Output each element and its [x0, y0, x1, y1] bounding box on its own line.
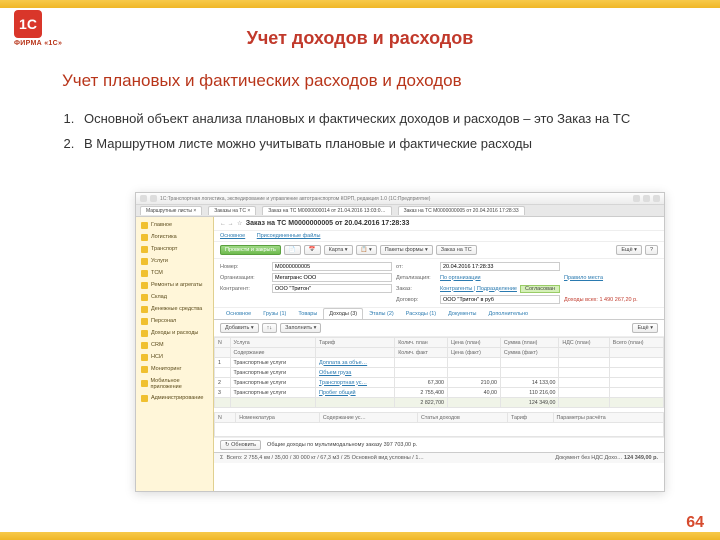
sub-links: Основное Присоединенные файлы: [214, 231, 664, 242]
sidebar-item[interactable]: Администрирование: [136, 392, 213, 404]
contragent-field[interactable]: [272, 284, 392, 293]
add-button[interactable]: Добавить ▾: [220, 323, 259, 333]
sidebar-item[interactable]: НСИ: [136, 351, 213, 363]
table-row: Транспортные услугиОбъем груза: [215, 368, 664, 378]
form-header: Номер: от: Организация: Детализация: По …: [214, 259, 664, 308]
itab-3[interactable]: Доходы (3): [323, 308, 363, 319]
itab-2[interactable]: Товары: [292, 308, 323, 319]
map-button[interactable]: Карта ▾: [324, 245, 353, 255]
secondary-grid[interactable]: NНоменклатураСодержание ус… Статья доход…: [214, 412, 664, 437]
sidebar-item[interactable]: ТСМ: [136, 267, 213, 279]
table-row: 2Транспортные услугиТранспортная ус…67,3…: [215, 378, 664, 388]
sidebar-item[interactable]: Мобильное приложение: [136, 375, 213, 392]
itab-7[interactable]: Дополнительно: [482, 308, 534, 319]
sidebar-item[interactable]: Персонал: [136, 315, 213, 327]
itab-1[interactable]: Грузы (1): [257, 308, 292, 319]
sidebar-item[interactable]: Услуги: [136, 255, 213, 267]
footer-left: Σ Всего: 2 755,4 км / 35,00 / 30 000 кг …: [220, 455, 424, 461]
bullet-list: Основной объект анализа плановых и факти…: [48, 107, 720, 156]
sidebar-item[interactable]: Склад: [136, 291, 213, 303]
bullet-1: Основной объект анализа плановых и факти…: [78, 107, 680, 132]
sidebar-item[interactable]: Доходы и расходы: [136, 327, 213, 339]
sidebar-item[interactable]: CRM: [136, 339, 213, 351]
doc-sum: Доходы всех: 1 490 267,20 р.: [564, 297, 658, 303]
toolbar-btn[interactable]: 📄: [284, 245, 301, 255]
page-number: 64: [686, 514, 704, 532]
sidebar-item[interactable]: Главное: [136, 219, 213, 231]
dogovor-field[interactable]: [440, 295, 560, 304]
order-button[interactable]: Заказ на ТС: [436, 245, 477, 255]
save-close-button[interactable]: Провести и закрыть: [220, 245, 281, 255]
breadcrumb: ← → ☆ Заказ на ТС М0000000005 от 20.04.2…: [214, 217, 664, 231]
fill-button[interactable]: Заполнить ▾: [280, 323, 321, 333]
inner-tabs: Основное Грузы (1) Товары Доходы (3) Эта…: [214, 308, 664, 320]
itab-4[interactable]: Этапы (2): [363, 308, 400, 319]
window-title: 1С:Транспортная логистика, экспедировани…: [160, 196, 630, 202]
more-button-2[interactable]: Ещё ▾: [632, 323, 658, 333]
logo-text: ФИРМА «1С»: [14, 40, 62, 47]
main-toolbar: Провести и закрыть 📄 📅 Карта ▾ 📋 ▾ Пакет…: [214, 242, 664, 259]
window-titlebar: 1С:Транспортная логистика, экспедировани…: [136, 193, 664, 205]
sidebar-item[interactable]: Денежные средства: [136, 303, 213, 315]
sidebar-item[interactable]: Логистика: [136, 231, 213, 243]
multimodal-total: Общие доходы по мультимодальному заказу …: [267, 442, 417, 448]
slide-title: Учет доходов и расходов: [0, 28, 720, 49]
tab-2[interactable]: Заказы на ТС ×: [208, 206, 256, 215]
refresh-button[interactable]: ↻ Обновить: [220, 440, 261, 450]
sidebar: Главное Логистика Транспорт Услуги ТСМ Р…: [136, 217, 214, 491]
date-field[interactable]: [440, 262, 560, 271]
slide-subtitle: Учет плановых и фактических расходов и д…: [62, 71, 720, 91]
sidebar-item[interactable]: Транспорт: [136, 243, 213, 255]
detail-link[interactable]: По организации: [440, 275, 560, 281]
tab-4[interactable]: Заказ на ТС М0000000005 от 20.04.2016 17…: [398, 206, 525, 215]
open-tabs[interactable]: Маршрутные листы × Заказы на ТС × Заказ …: [136, 205, 664, 217]
page-title: Заказ на ТС М0000000005 от 20.04.2016 17…: [246, 220, 410, 227]
packages-button[interactable]: Пакеты формы ▾: [380, 245, 433, 255]
tab-1[interactable]: Маршрутные листы ×: [140, 206, 202, 215]
toolbar-btn[interactable]: 📅: [304, 245, 321, 255]
sub-files[interactable]: Присоединенные файлы: [257, 233, 321, 239]
app-screenshot: 1С:Транспортная логистика, экспедировани…: [135, 192, 665, 492]
sidebar-item[interactable]: Ремонты и агрегаты: [136, 279, 213, 291]
org-field[interactable]: [272, 273, 392, 282]
income-grid[interactable]: NУслугаТариф Колич. планЦена (план)Сумма…: [214, 337, 664, 408]
sub-main[interactable]: Основное: [220, 233, 245, 239]
number-field[interactable]: [272, 262, 392, 271]
sidebar-item[interactable]: Мониторинг: [136, 363, 213, 375]
itab-5[interactable]: Расходы (1): [400, 308, 442, 319]
table-total: 2 822,700124 349,00: [215, 398, 664, 408]
itab-0[interactable]: Основное: [220, 308, 257, 319]
table-row: 3Транспортные услугиПробег общий2 755,40…: [215, 388, 664, 398]
tab-3[interactable]: Заказ на ТС М0000000014 от 21.04.2016 13…: [262, 206, 391, 215]
sub-toolbar: Добавить ▾ ↑↓ Заполнить ▾ Ещё ▾: [214, 320, 664, 337]
footer-bar: Σ Всего: 2 755,4 км / 35,00 / 30 000 кг …: [214, 452, 664, 463]
itab-6[interactable]: Документы: [442, 308, 482, 319]
toolbar-btn[interactable]: 📋 ▾: [356, 245, 377, 255]
logo: 1C ФИРМА «1С»: [14, 10, 62, 47]
bullet-2: В Маршрутном листе можно учитывать плано…: [78, 132, 680, 157]
more-button[interactable]: Ещё ▾: [616, 245, 642, 255]
help-button[interactable]: ?: [645, 245, 658, 255]
tool-button[interactable]: ↑↓: [262, 323, 278, 333]
table-row: 1Транспортные услугиДоплата за объе…: [215, 358, 664, 368]
status-badge: Согласован: [520, 285, 560, 293]
route-link[interactable]: Правило места: [564, 275, 658, 281]
logo-mark: 1C: [14, 10, 42, 38]
